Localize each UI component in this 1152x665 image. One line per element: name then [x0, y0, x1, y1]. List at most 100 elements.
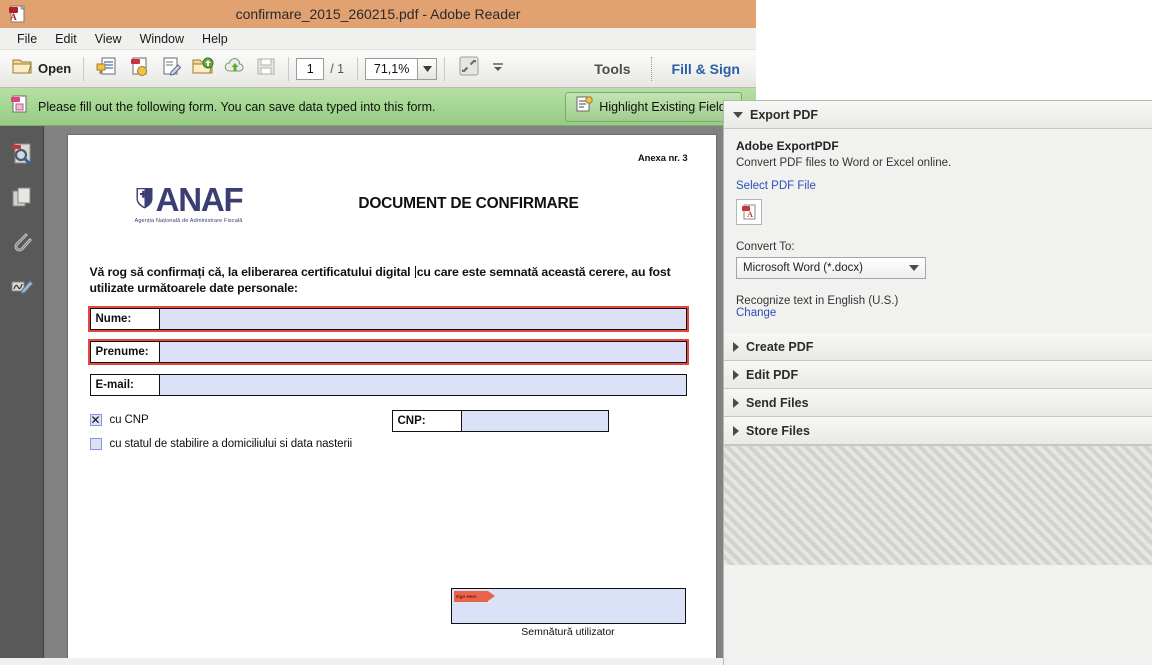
pages-icon[interactable] [8, 184, 36, 212]
toolbar-separator-5 [650, 56, 652, 81]
zoom-control[interactable]: 71,1% [365, 57, 438, 80]
accordion-edit-pdf[interactable]: Edit PDF [724, 361, 1152, 389]
more-tools-button[interactable] [486, 54, 510, 84]
export-pdf-icon [192, 56, 214, 82]
main-toolbar: Open 1 / 1 71,1% Tools Fill & Sign [0, 50, 756, 88]
cnp-field-group[interactable]: CNP: [391, 410, 609, 432]
toolbar-separator-1 [83, 56, 85, 81]
convert-to-select[interactable]: Microsoft Word (*.docx) [736, 257, 926, 279]
menu-file[interactable]: File [8, 30, 46, 48]
accordion-send-files[interactable]: Send Files [724, 389, 1152, 417]
menu-bar: File Edit View Window Help [0, 28, 756, 50]
page-number-input[interactable]: 1 [296, 57, 325, 80]
save-comment-icon [96, 56, 118, 82]
anaf-logo: ANAF Agenția Națională de Administrare F… [114, 181, 264, 224]
text-cursor [414, 266, 416, 278]
chevron-down-icon[interactable] [417, 57, 438, 80]
document-header: ANAF Agenția Națională de Administrare F… [90, 181, 694, 224]
nume-label: Nume: [89, 308, 160, 330]
statut-checkbox-label: cu statul de stabilire a domiciliului si… [109, 438, 353, 450]
convert-to-label: Convert To: [736, 241, 795, 253]
form-notification-bar: Please fill out the following form. You … [0, 88, 756, 126]
highlight-existing-fields-button[interactable]: Highlight Existing Fields [565, 91, 742, 122]
convert-to-value: Microsoft Word (*.docx) [743, 262, 863, 274]
edit-pdf-button[interactable] [155, 54, 187, 84]
window-title: confirmare_2015_260215.pdf - Adobe Reade… [235, 6, 521, 22]
field-row-prenume[interactable]: Prenume: [87, 339, 689, 365]
prenume-input[interactable] [159, 341, 687, 363]
menu-help[interactable]: Help [193, 30, 237, 48]
create-pdf-icon [128, 56, 150, 82]
form-document-icon [8, 93, 30, 120]
document-title: DOCUMENT DE CONFIRMARE [358, 195, 579, 212]
accordion-store-files[interactable]: Store Files [724, 417, 1152, 445]
main-window: A confirmare_2015_260215.pdf - Adobe Rea… [0, 0, 756, 665]
chevron-right-icon [733, 341, 739, 352]
field-row-email[interactable]: E-mail: [89, 374, 687, 396]
more-tools-icon [491, 60, 505, 78]
chevron-down-icon [909, 265, 919, 271]
export-pdf-description: Convert PDF files to Word or Excel onlin… [736, 157, 952, 169]
toolbar-separator-2 [288, 56, 290, 81]
field-row-nume[interactable]: Nume: [87, 306, 689, 332]
email-input[interactable] [159, 374, 687, 396]
nume-input[interactable] [159, 308, 687, 330]
toolbar-separator-4 [444, 56, 446, 81]
accordion-create-pdf[interactable]: Create PDF [724, 333, 1152, 361]
pdf-file-icon[interactable]: A [736, 199, 762, 225]
fit-page-button[interactable] [452, 54, 486, 84]
anaf-logo-text: ANAF [155, 181, 244, 218]
export-pdf-heading: Adobe ExportPDF [736, 139, 839, 153]
export-pdf-body: Adobe ExportPDF Convert PDF files to Wor… [724, 129, 1152, 333]
menu-view[interactable]: View [86, 30, 131, 48]
document-viewport[interactable]: Anexa nr. 3 ANAF Agenția Națională de Ad… [44, 126, 739, 658]
accordion-create-pdf-label: Create PDF [746, 339, 814, 354]
intro-paragraph: Vă rog să confirmați că, la eliberarea c… [90, 264, 690, 296]
open-label: Open [38, 61, 72, 76]
cnp-field-label: CNP: [391, 410, 462, 432]
upload-cloud-button[interactable] [219, 54, 251, 84]
save-file-icon [256, 56, 276, 81]
attachments-icon[interactable] [8, 228, 36, 256]
change-language-link[interactable]: Change [736, 307, 1140, 319]
zoom-value[interactable]: 71,1% [365, 57, 418, 80]
accordion-export-pdf[interactable]: Export PDF [724, 101, 1152, 129]
checkbox-row-cnp[interactable]: ✕ cu CNP [89, 410, 390, 430]
recognize-text-label: Recognize text in English (U.S.) [736, 295, 899, 307]
fill-sign-button[interactable]: Fill & Sign [662, 61, 750, 77]
accordion-send-files-label: Send Files [746, 395, 809, 410]
adobe-reader-window: A confirmare_2015_260215.pdf - Adobe Rea… [0, 0, 1152, 665]
chevron-right-icon [733, 397, 739, 408]
toolbar-separator-3 [357, 56, 359, 81]
panel-empty-area [724, 445, 1152, 565]
menu-window[interactable]: Window [131, 30, 193, 48]
signature-area: Sign Here Semnătură utilizator [450, 588, 686, 638]
save-file-button [251, 54, 281, 84]
checkbox-row-statut[interactable]: cu statul de stabilire a domiciliului si… [89, 434, 390, 454]
export-pdf-button[interactable] [187, 54, 219, 84]
folder-open-icon [11, 56, 33, 81]
highlight-fields-icon [575, 95, 593, 118]
page-thumbnails-icon[interactable] [8, 140, 36, 168]
save-comment-button[interactable] [91, 54, 123, 84]
intro-text-line2: utilizate următoarele date personale: [89, 281, 298, 295]
tools-right-panel: Export PDF Adobe ExportPDF Convert PDF f… [723, 100, 1152, 665]
create-pdf-button[interactable] [123, 54, 155, 84]
email-label: E-mail: [89, 374, 160, 396]
statut-checkbox[interactable] [89, 438, 102, 450]
accordion-export-pdf-label: Export PDF [750, 107, 819, 122]
checkbox-column: ✕ cu CNP cu statul de stabilire a domici… [89, 410, 390, 454]
accordion-store-files-label: Store Files [746, 423, 810, 438]
select-pdf-file-link[interactable]: Select PDF File [736, 180, 1140, 192]
cnp-field-input[interactable] [461, 410, 609, 432]
prenume-label: Prenume: [89, 341, 160, 363]
tools-button[interactable]: Tools [584, 61, 640, 77]
signature-field[interactable]: Sign Here [450, 588, 686, 624]
cnp-checkbox[interactable]: ✕ [89, 414, 102, 426]
menu-edit[interactable]: Edit [46, 30, 86, 48]
sign-here-label: Sign Here [455, 594, 477, 599]
cnp-checkbox-label: cu CNP [109, 414, 149, 426]
upload-cloud-icon [224, 56, 246, 82]
open-button[interactable]: Open [6, 54, 76, 84]
signatures-icon[interactable] [8, 272, 36, 300]
